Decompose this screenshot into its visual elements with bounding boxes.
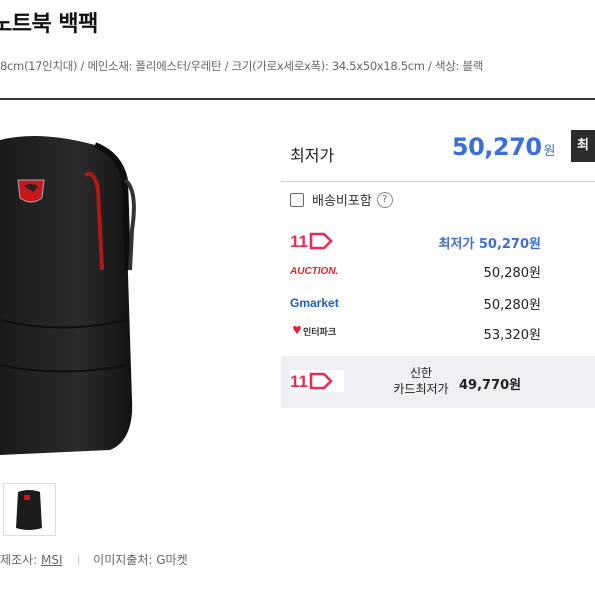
product-title: 노트북 백팩: [0, 12, 98, 37]
meta-separator: [78, 555, 80, 565]
svg-text:AUCTION.: AUCTION.: [290, 266, 338, 277]
shop-row-auction[interactable]: AUCTION. 50,280원: [281, 259, 595, 281]
svg-text:인터파크: 인터파크: [303, 326, 336, 338]
card-offer-price: 49,770원: [459, 378, 522, 393]
maker-link[interactable]: MSI: [41, 553, 63, 567]
shop-price: 53,320원: [483, 328, 541, 343]
gmarket-logo-icon: Gmarket: [290, 296, 339, 310]
shipping-include-toggle[interactable]: 배송비포함 ?: [290, 190, 393, 209]
lowest-price-label: 최저가: [290, 146, 335, 165]
auction-logo-icon: AUCTION.: [290, 266, 338, 277]
card-offer-name: 신한 카드최저가: [391, 365, 451, 397]
maker-label: 제조사:: [0, 553, 38, 567]
svg-text:11: 11: [290, 372, 308, 390]
lowest-price-value: 50,270 원: [451, 133, 556, 161]
shop-price: 50,280원: [483, 298, 541, 313]
interpark-logo-icon: 인터파크: [293, 326, 336, 338]
shop-price: 50,280원: [483, 266, 541, 281]
header-divider: [0, 98, 595, 100]
11st-logo-icon: 11: [290, 372, 333, 391]
product-image: [0, 136, 136, 455]
lowest-price-buy-button[interactable]: 최: [571, 130, 595, 162]
11st-logo-icon: 11: [290, 232, 333, 250]
card-name-line2: 카드최저가: [393, 382, 449, 396]
shop-row-11st[interactable]: 11 최저가 50,270원: [281, 230, 595, 252]
shipping-checkbox[interactable]: [290, 192, 304, 207]
shop-row-interpark[interactable]: 인터파크 53,320원: [281, 321, 595, 343]
help-icon[interactable]: ?: [376, 191, 393, 208]
card-offer-box[interactable]: 11 신한 카드최저가 49,770원: [281, 356, 595, 408]
panel-divider: [281, 181, 595, 182]
product-meta: 제조사: MSI 이미지출처: G마켓: [0, 551, 188, 568]
svg-text:11: 11: [290, 232, 308, 250]
shop-price: 최저가 50,270원: [438, 237, 541, 252]
svg-text:Gmarket: Gmarket: [290, 296, 339, 310]
product-thumbnail[interactable]: [3, 483, 56, 536]
image-source: 이미지출처: G마켓: [93, 553, 188, 567]
backpack-thumbnail-image: [16, 490, 42, 530]
product-specs: 8cm(17인치대) / 메인소재: 폴리에스터/우레탄 / 크기(가로x세로x…: [0, 59, 484, 73]
card-name-line1: 신한: [409, 366, 433, 380]
card-offer-logo: 11: [290, 370, 344, 392]
shop-row-gmarket[interactable]: Gmarket 50,280원: [281, 291, 595, 313]
shipping-label: 배송비포함: [312, 194, 372, 209]
